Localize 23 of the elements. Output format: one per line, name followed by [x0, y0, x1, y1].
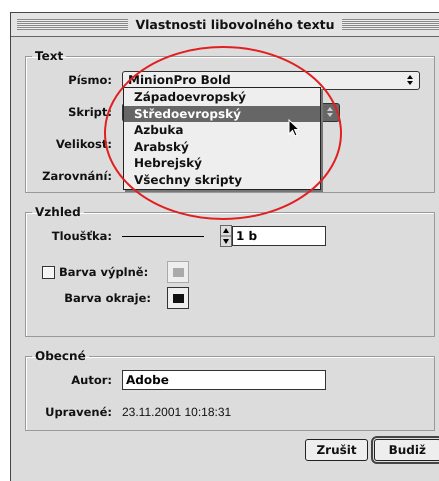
field-label: Tloušťka:	[50, 229, 112, 243]
menu-item[interactable]: Azbuka	[124, 122, 320, 138]
field-label: Písmo:	[67, 73, 112, 87]
font-popup[interactable]: MinionPro Bold	[122, 70, 420, 90]
group-title: Vzhled	[34, 205, 82, 219]
menu-item[interactable]: Západoevropský	[124, 89, 320, 106]
field-label: Barva okraje:	[63, 291, 151, 305]
ok-button[interactable]: Budiž	[374, 439, 439, 461]
author-input-field[interactable]: Adobe	[122, 370, 326, 390]
field-label: Upravené:	[44, 405, 112, 419]
menu-item[interactable]: Středoevropský	[124, 106, 320, 122]
field-label: Autor:	[70, 373, 112, 387]
cancel-button[interactable]: Zrušit	[305, 439, 368, 461]
weight-input-field[interactable]: 1 b	[232, 226, 326, 246]
menu-item[interactable]: Všechny skripty	[124, 172, 320, 188]
menu-item[interactable]: Hebrejský	[124, 155, 320, 172]
modified-date: 23.11.2001 10:18:31	[122, 405, 232, 419]
field-label: Zarovnání:	[41, 169, 112, 183]
window-title: Vlastnosti libovolného textu	[134, 17, 336, 32]
checkbox-label: Barva výplně:	[59, 265, 148, 279]
group-title: Text	[34, 49, 64, 63]
menu-item[interactable]: Arabský	[124, 138, 320, 155]
group-title: Obecné	[34, 349, 87, 363]
